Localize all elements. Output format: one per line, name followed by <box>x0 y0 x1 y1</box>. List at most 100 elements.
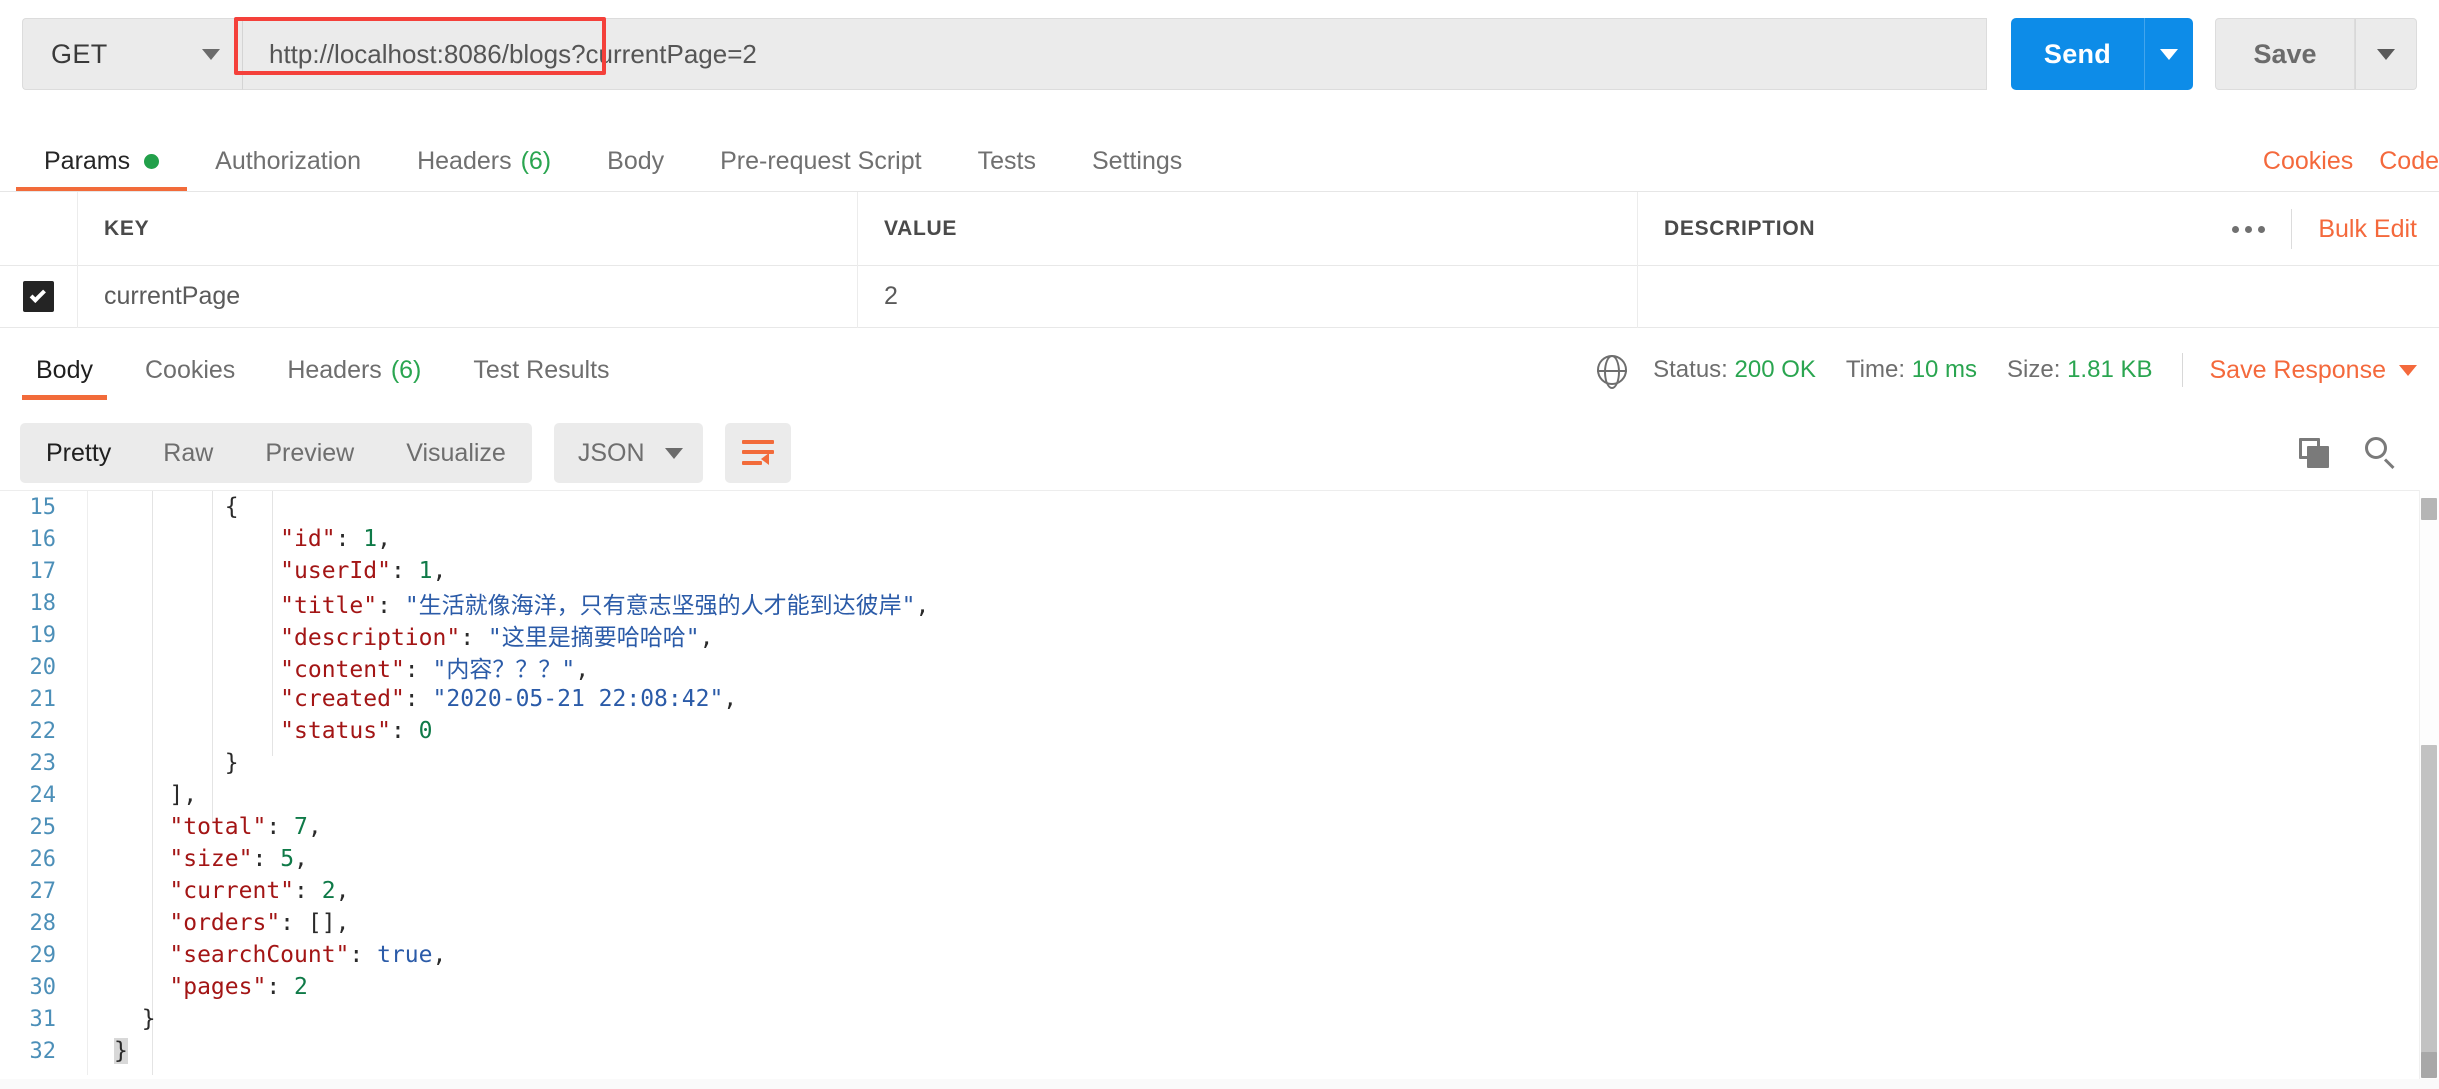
code-token: 0 <box>418 718 433 744</box>
response-tab-headers[interactable]: Headers (6) <box>261 340 447 400</box>
chevron-down-icon <box>202 48 220 60</box>
line-number: 17 <box>29 558 57 584</box>
request-tab-bar: Params Authorization Headers (6) Body Pr… <box>0 130 2439 192</box>
param-row-checkbox-cell <box>0 265 78 328</box>
view-mode-pretty[interactable]: Pretty <box>20 423 137 483</box>
tab-settings[interactable]: Settings <box>1064 130 1210 192</box>
code-text: } <box>72 750 239 776</box>
copy-icon[interactable] <box>2299 438 2329 468</box>
param-value-cell[interactable]: 2 <box>858 265 1638 328</box>
line-number: 20 <box>29 654 57 680</box>
time-value: 10 ms <box>1911 356 1978 383</box>
code-token: "status" <box>280 718 391 744</box>
line-number: 24 <box>29 782 57 808</box>
code-line: 22 "status": 0 <box>0 715 929 747</box>
response-tab-body[interactable]: Body <box>10 340 119 400</box>
size-value: 1.81 KB <box>2067 356 2153 383</box>
line-number: 29 <box>29 942 57 968</box>
code-token: : <box>294 878 322 904</box>
code-token: : <box>390 558 419 584</box>
vertical-scrollbar-thumb-bottom[interactable] <box>2421 1052 2437 1078</box>
code-token: "userId" <box>280 558 391 584</box>
save-button[interactable]: Save <box>2215 18 2355 90</box>
code-token: , <box>575 657 590 683</box>
code-token: { <box>114 494 239 520</box>
response-language-label: JSON <box>577 438 645 467</box>
search-icon[interactable] <box>2365 437 2397 470</box>
param-description-cell[interactable] <box>1638 266 2439 328</box>
code-text: "content": "内容？？？", <box>72 650 589 684</box>
tab-body[interactable]: Body <box>579 130 692 192</box>
tab-headers[interactable]: Headers (6) <box>389 130 579 192</box>
view-mode-preview[interactable]: Preview <box>239 423 380 483</box>
response-tab-test-results[interactable]: Test Results <box>447 340 635 400</box>
params-header-value-label: VALUE <box>884 216 958 240</box>
code-token: , <box>307 814 322 840</box>
tab-settings-label: Settings <box>1091 146 1183 175</box>
view-mode-group: Pretty Raw Preview Visualize <box>20 423 532 483</box>
code-line: 27 "current": 2, <box>0 875 929 907</box>
code-token: "created" <box>280 686 405 712</box>
response-tab-cookies-label: Cookies <box>144 355 236 384</box>
time-label: Time: <box>1845 356 1906 383</box>
code-link[interactable]: Code <box>2379 147 2439 176</box>
code-token: } <box>114 750 239 776</box>
response-body-viewer[interactable]: 15 {16 "id": 1, 17 "userId": 1, 18 "title"… <box>0 490 2439 1075</box>
vertical-scrollbar-thumb[interactable] <box>2421 745 2437 1075</box>
line-number: 18 <box>29 590 57 616</box>
code-line: 24 ], <box>0 779 929 811</box>
code-token: } <box>114 1038 128 1064</box>
chevron-down-icon <box>2377 48 2395 60</box>
tab-authorization[interactable]: Authorization <box>187 130 389 192</box>
send-options-button[interactable] <box>2145 18 2193 90</box>
params-table-header: KEY VALUE DESCRIPTION <box>0 191 2439 266</box>
params-header-key-label: KEY <box>104 216 150 240</box>
ellipsis-icon[interactable] <box>2206 209 2293 249</box>
code-token: : <box>390 718 419 744</box>
params-header-actions: Bulk Edit <box>2206 192 2417 266</box>
tab-tests[interactable]: Tests <box>950 130 1064 192</box>
code-text: "description": "这里是摘要哈哈哈", <box>72 618 713 652</box>
code-line: 31 } <box>0 1003 929 1035</box>
param-key-cell[interactable]: currentPage <box>78 265 858 328</box>
code-token: "description" <box>280 625 461 651</box>
tab-pre-request-script[interactable]: Pre-request Script <box>692 130 949 192</box>
view-mode-visualize[interactable]: Visualize <box>380 423 532 483</box>
view-mode-raw[interactable]: Raw <box>137 423 239 483</box>
code-text: "created": "2020-05-21 22:08:42", <box>72 686 737 712</box>
code-token: : <box>266 814 295 840</box>
param-enabled-checkbox[interactable] <box>23 281 54 312</box>
line-number: 28 <box>29 910 57 936</box>
code-text: "status": 0 <box>72 718 433 744</box>
code-text: "id": 1, <box>72 526 391 552</box>
code-text: } <box>72 1038 128 1064</box>
save-response-button[interactable]: Save Response <box>2209 356 2417 385</box>
url-input[interactable]: http://localhost:8086/blogs?currentPage=… <box>243 39 757 70</box>
code-token: , <box>294 846 308 872</box>
tab-params[interactable]: Params <box>16 130 188 192</box>
code-line: 29 "searchCount": true, <box>0 939 929 971</box>
code-text: "pages": 2 <box>72 974 308 1000</box>
save-options-button[interactable] <box>2355 18 2417 90</box>
word-wrap-toggle[interactable] <box>724 423 791 483</box>
horizontal-scrollbar-track[interactable] <box>0 1079 2439 1089</box>
send-button[interactable]: Send <box>2011 18 2193 90</box>
save-button-label: Save <box>2253 38 2317 69</box>
vertical-scrollbar-thumb-top[interactable] <box>2421 498 2437 520</box>
response-tab-cookies[interactable]: Cookies <box>119 340 261 400</box>
http-method-select[interactable]: GET <box>22 18 242 90</box>
line-number: 22 <box>29 718 57 744</box>
code-text: "title": "生活就像海洋，只有意志坚强的人才能到达彼岸", <box>72 586 929 620</box>
url-input-wrapper[interactable]: http://localhost:8086/blogs?currentPage=… <box>242 18 1987 90</box>
code-token: "生活就像海洋，只有意志坚强的人才能到达彼岸" <box>404 593 916 619</box>
status-divider <box>2182 353 2184 387</box>
bulk-edit-link[interactable]: Bulk Edit <box>2318 215 2417 244</box>
size-badge: Size: 1.81 KB <box>2007 356 2152 384</box>
cookies-link[interactable]: Cookies <box>2263 147 2353 176</box>
params-header-checkbox-col <box>0 191 78 266</box>
response-language-select[interactable]: JSON <box>553 423 703 483</box>
